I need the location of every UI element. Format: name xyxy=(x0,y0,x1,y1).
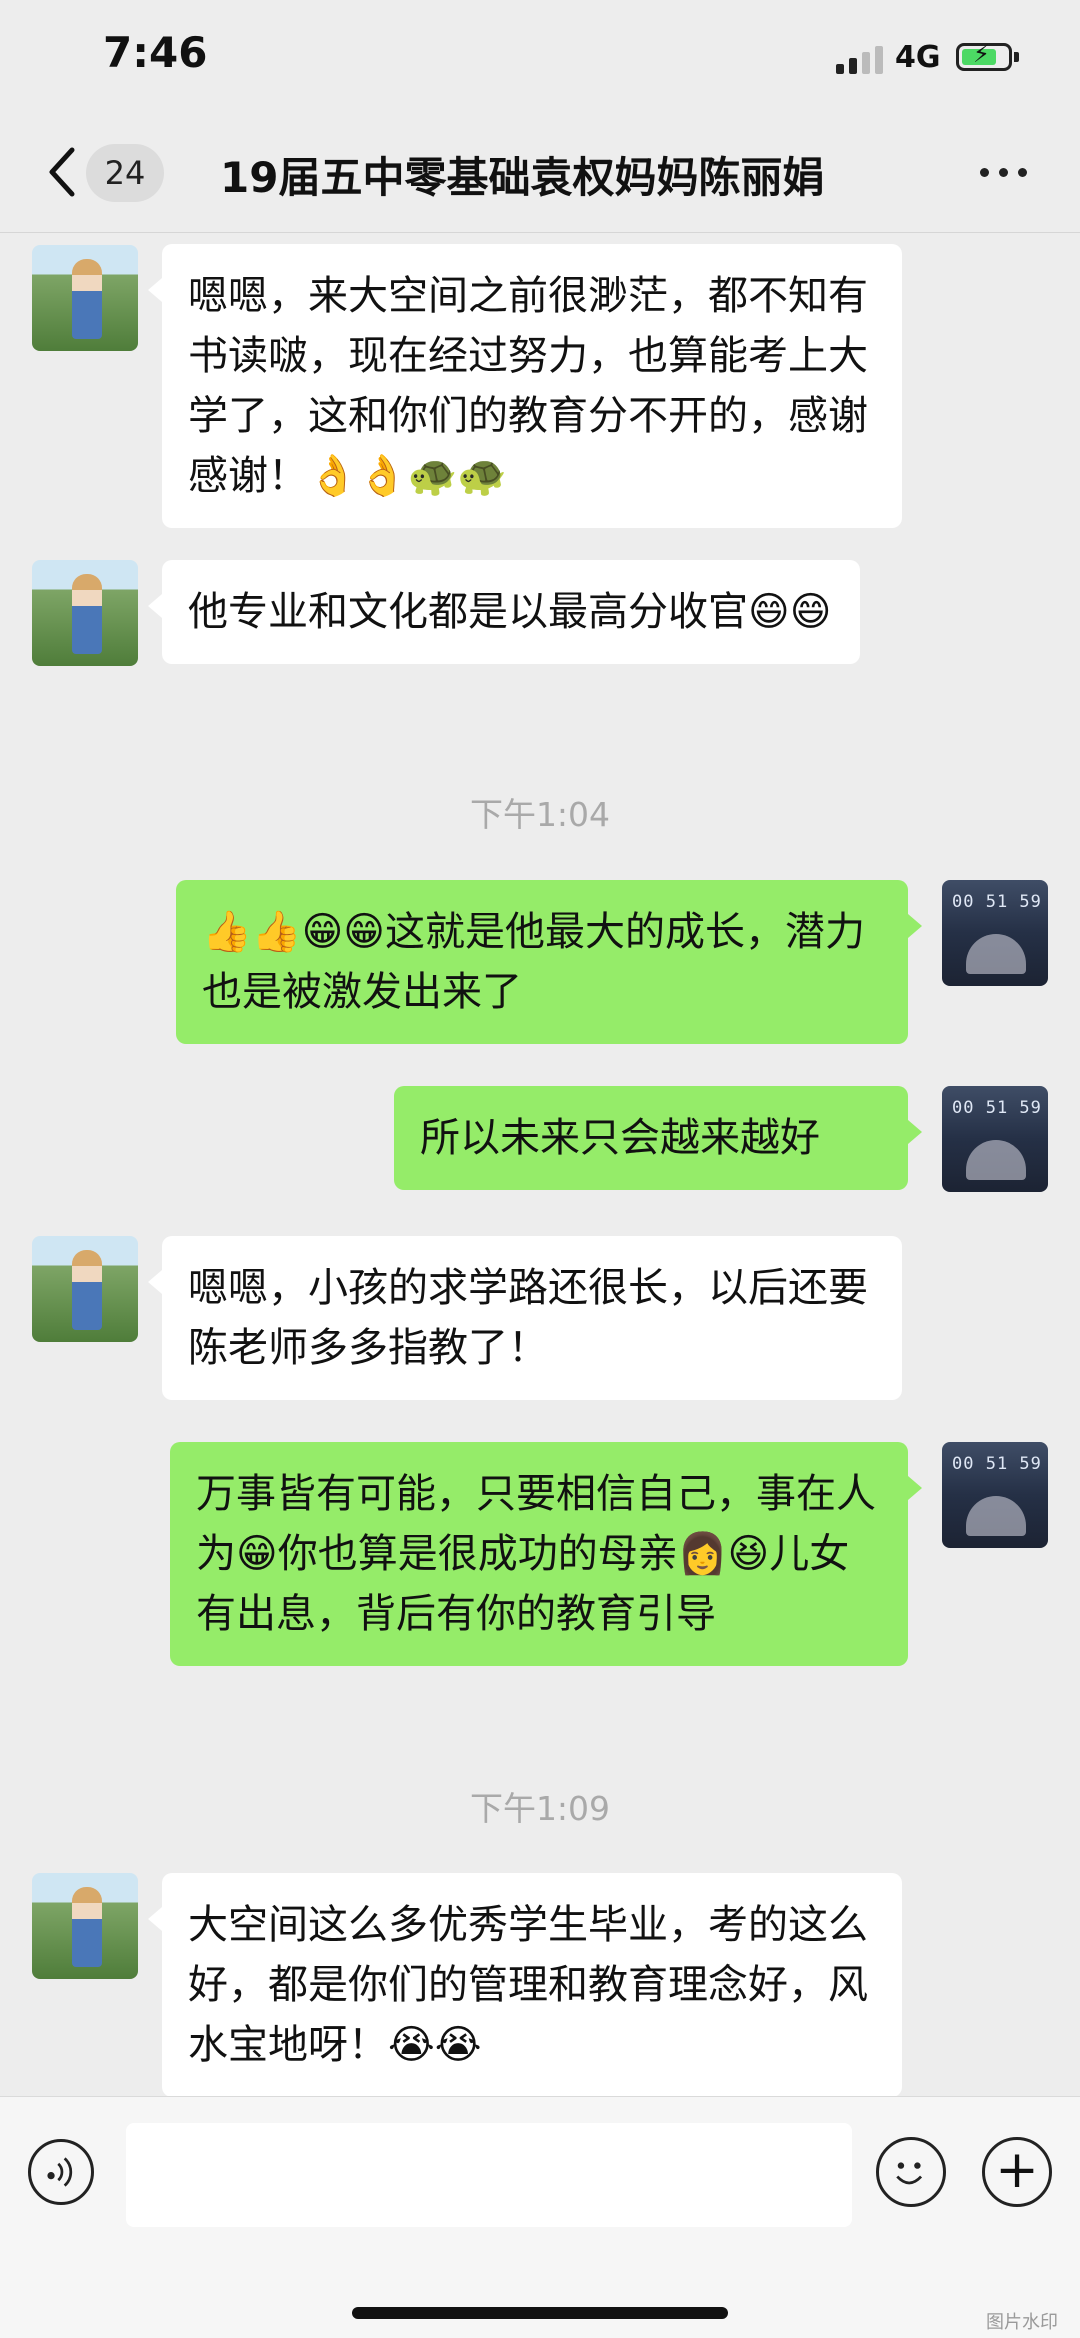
received-message[interactable]: 他专业和文化都是以最高分收官😄😄 xyxy=(148,560,860,664)
message-timestamp: 下午1:04 xyxy=(469,795,611,834)
signal-icon xyxy=(836,44,883,74)
plus-icon[interactable]: + xyxy=(982,2137,1052,2207)
message-input[interactable] xyxy=(126,2123,852,2227)
received-message[interactable]: 嗯嗯，小孩的求学路还很长，以后还要陈老师多多指教了！ xyxy=(148,1236,902,1400)
back-chevron-icon[interactable] xyxy=(42,144,86,200)
received-message[interactable]: 嗯嗯，来大空间之前很渺茫，都不知有书读啵，现在经过努力，也算能考上大学了，这和你… xyxy=(148,244,902,528)
input-bar: + xyxy=(0,2096,1080,2338)
battery-cap xyxy=(1014,52,1019,62)
status-bar: 7:46 4G ⚡ xyxy=(0,0,1080,120)
received-message[interactable]: 大空间这么多优秀学生毕业，考的这么好，都是你们的管理和教育理念好，风水宝地呀！😭… xyxy=(148,1873,902,2097)
battery-charging-icon: ⚡ xyxy=(956,40,1012,71)
message-timestamp: 下午1:09 xyxy=(469,1789,611,1828)
chat-title: 19届五中零基础袁权妈妈陈丽娟 xyxy=(220,153,825,202)
voice-icon[interactable] xyxy=(28,2139,94,2205)
user-avatar[interactable]: 00 51 59 xyxy=(942,1086,1048,1192)
sent-message[interactable]: 👍👍😁😁这就是他最大的成长，潜力也是被激发出来了 xyxy=(176,880,922,1044)
user-avatar[interactable]: 00 51 59 xyxy=(942,1442,1048,1548)
status-time: 7:46 xyxy=(103,28,208,77)
sent-message[interactable]: 所以未来只会越来越好 xyxy=(394,1086,922,1190)
unread-count-badge[interactable]: 24 xyxy=(86,144,164,202)
emoji-icon[interactable] xyxy=(876,2137,946,2207)
network-type: 4G xyxy=(895,40,941,75)
sent-message[interactable]: 万事皆有可能，只要相信自己，事在人为😁你也算是很成功的母亲👩😆儿女有出息，背后有… xyxy=(170,1442,922,1666)
home-indicator[interactable] xyxy=(352,2307,728,2319)
user-avatar[interactable]: 00 51 59 xyxy=(942,880,1048,986)
image-watermark: 图片水印 xyxy=(986,2312,1058,2333)
contact-avatar[interactable] xyxy=(32,1236,138,1342)
more-dots-icon[interactable] xyxy=(980,168,1027,177)
contact-avatar[interactable] xyxy=(32,560,138,666)
chat-header: 24 19届五中零基础袁权妈妈陈丽娟 xyxy=(0,120,1080,233)
contact-avatar[interactable] xyxy=(32,1873,138,1979)
contact-avatar[interactable] xyxy=(32,245,138,351)
